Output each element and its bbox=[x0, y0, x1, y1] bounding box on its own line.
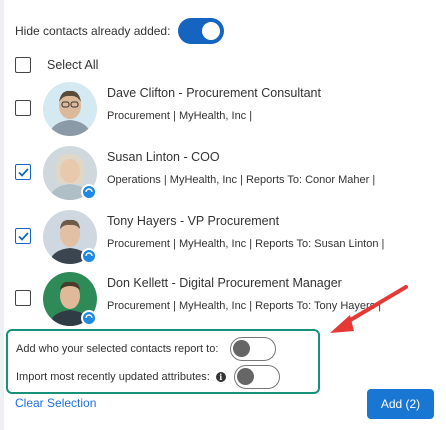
hide-contacts-label: Hide contacts already added: bbox=[15, 24, 171, 38]
sync-badge-icon bbox=[81, 248, 97, 264]
clear-selection-link[interactable]: Clear Selection bbox=[15, 396, 96, 410]
import-attributes-label: Import most recently updated attributes: bbox=[16, 371, 210, 383]
contact-checkbox[interactable] bbox=[15, 228, 31, 244]
toggle-knob bbox=[233, 340, 251, 357]
toggle-knob bbox=[236, 368, 254, 385]
contact-details: Procurement | MyHealth, Inc | Reports To… bbox=[107, 238, 385, 250]
contact-checkbox[interactable] bbox=[15, 164, 31, 180]
sync-badge-icon bbox=[81, 310, 97, 326]
select-all-checkbox[interactable] bbox=[15, 57, 31, 73]
report-to-option: Add who your selected contacts report to… bbox=[16, 336, 277, 362]
contact-item[interactable]: Tony Hayers - VP Procurement Procurement… bbox=[15, 206, 435, 266]
avatar bbox=[43, 82, 97, 136]
contact-item[interactable]: Susan Linton - COO Operations | MyHealth… bbox=[15, 142, 435, 202]
contact-item[interactable]: Don Kellett - Digital Procurement Manage… bbox=[15, 268, 435, 328]
contact-name: Don Kellett - Digital Procurement Manage… bbox=[107, 276, 342, 290]
report-to-label: Add who your selected contacts report to… bbox=[16, 343, 219, 355]
add-button[interactable]: Add (2) bbox=[367, 389, 434, 419]
contact-name: Susan Linton - COO bbox=[107, 150, 220, 164]
contact-details: Operations | MyHealth, Inc | Reports To:… bbox=[107, 174, 376, 186]
contact-name: Tony Hayers - VP Procurement bbox=[107, 214, 280, 228]
toggle-knob bbox=[202, 22, 221, 40]
import-attributes-toggle[interactable] bbox=[233, 365, 280, 389]
hide-contacts-toggle[interactable] bbox=[178, 18, 225, 44]
contact-checkbox[interactable] bbox=[15, 290, 31, 306]
hide-contacts-row: Hide contacts already added: bbox=[15, 18, 225, 44]
contact-item[interactable]: Dave Clifton - Procurement Consultant Pr… bbox=[15, 78, 435, 138]
report-to-toggle[interactable] bbox=[230, 337, 277, 361]
select-all-label: Select All bbox=[47, 58, 99, 72]
contact-details: Procurement | MyHealth, Inc | bbox=[107, 110, 253, 122]
contact-checkbox[interactable] bbox=[15, 100, 31, 116]
import-attributes-option: Import most recently updated attributes:… bbox=[16, 364, 280, 390]
select-all-row[interactable]: Select All bbox=[15, 55, 98, 75]
panel-edge bbox=[0, 0, 4, 430]
import-options-box: Add who your selected contacts report to… bbox=[6, 329, 320, 394]
info-icon[interactable]: i bbox=[215, 372, 226, 382]
contact-name: Dave Clifton - Procurement Consultant bbox=[107, 86, 321, 100]
sync-badge-icon bbox=[81, 184, 97, 200]
contact-details: Procurement | MyHealth, Inc | Reports To… bbox=[107, 300, 382, 312]
